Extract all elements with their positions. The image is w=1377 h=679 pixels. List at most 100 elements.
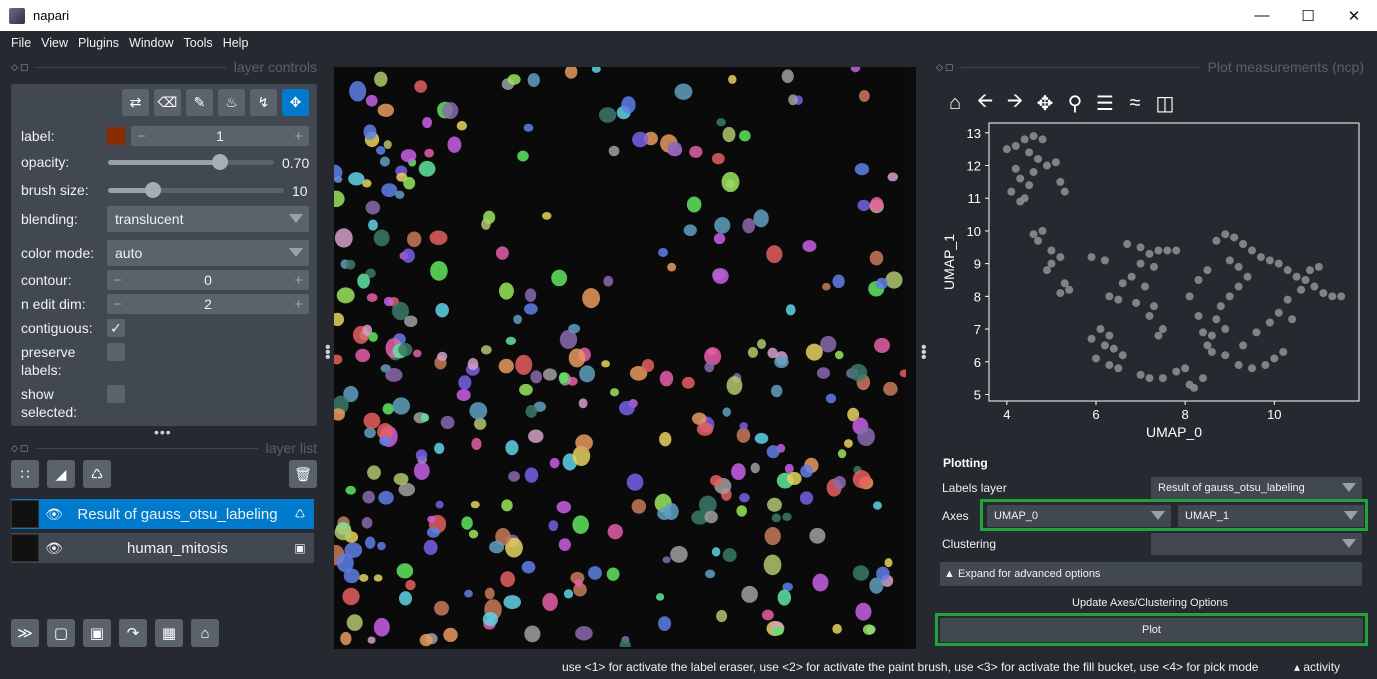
- back-arrow-icon[interactable]: 🡨: [972, 90, 998, 116]
- plus-icon[interactable]: +: [294, 272, 303, 289]
- layer-row[interactable]: 👁 Result of gauss_otsu_labeling ♺: [11, 499, 314, 529]
- cell-label: [363, 412, 381, 429]
- n-edit-dim-value: 2: [204, 296, 212, 312]
- edit-axis-icon[interactable]: ≈: [1122, 90, 1148, 116]
- cell-label: [437, 351, 448, 362]
- close-icon[interactable]: ✕: [1331, 0, 1377, 31]
- brush-size-slider-handle[interactable]: [145, 182, 161, 198]
- delete-layer-icon[interactable]: 🗑: [289, 460, 317, 488]
- menu-help[interactable]: Help: [218, 36, 254, 50]
- color-mode-dropdown[interactable]: auto: [107, 240, 309, 266]
- layer-row[interactable]: 👁 human_mitosis ▣: [11, 533, 314, 563]
- activity-button[interactable]: ▴ activity: [1294, 660, 1340, 674]
- minus-icon[interactable]: −: [113, 296, 122, 313]
- cell-label: [833, 475, 846, 490]
- right-dock-splitter[interactable]: • • •: [921, 340, 927, 366]
- clustering-dropdown[interactable]: [1151, 533, 1362, 555]
- label-spinbox[interactable]: − 1 +: [131, 126, 309, 146]
- data-point: [1118, 279, 1127, 288]
- console-icon[interactable]: ≫: [11, 619, 39, 647]
- cell-label: [346, 614, 363, 631]
- plot-button[interactable]: Plot: [940, 618, 1363, 642]
- blending-dropdown[interactable]: translucent: [107, 206, 309, 232]
- expand-advanced-options[interactable]: ▲ Expand for advanced options: [940, 562, 1362, 586]
- opacity-slider[interactable]: [108, 154, 274, 170]
- scatter-plot[interactable]: 4 6 8 10 5 6 7 8 9 10 11 12 13 UMAP_0 UMAP_1: [938, 118, 1368, 450]
- data-point: [1207, 347, 1216, 356]
- data-point: [1265, 256, 1274, 265]
- cell-label: [368, 219, 378, 231]
- data-point: [1034, 154, 1043, 163]
- maximize-icon[interactable]: ☐: [1285, 0, 1331, 31]
- home-icon[interactable]: ⌂: [942, 90, 968, 116]
- cell-label: [505, 440, 519, 456]
- menu-file[interactable]: File: [6, 36, 36, 50]
- minimize-icon[interactable]: —: [1239, 0, 1285, 31]
- plot-title: Plot measurements (ncp): [1207, 59, 1364, 75]
- roll-dims-icon[interactable]: ▣: [83, 619, 111, 647]
- dock-float-icon[interactable]: ◇▢: [11, 62, 30, 73]
- eraser-icon[interactable]: ⌫: [154, 89, 181, 116]
- new-points-layer-icon[interactable]: ∷: [11, 460, 39, 488]
- axis-y-dropdown[interactable]: UMAP_1: [1178, 505, 1364, 527]
- label-color-swatch[interactable]: [107, 127, 125, 145]
- cell-label: [582, 288, 601, 309]
- menu-plugins[interactable]: Plugins: [73, 36, 124, 50]
- paint-brush-icon[interactable]: ✎: [186, 89, 213, 116]
- preserve-labels-checkbox[interactable]: [107, 343, 125, 361]
- cell-label: [527, 73, 540, 88]
- left-dock-splitter[interactable]: • • •: [325, 340, 331, 366]
- show-selected-checkbox[interactable]: [107, 385, 125, 403]
- visibility-eye-icon[interactable]: 👁: [39, 540, 69, 557]
- brush-size-slider[interactable]: [108, 182, 284, 198]
- update-axes-button[interactable]: Update Axes/Clustering Options: [938, 591, 1362, 615]
- viewer-canvas[interactable]: [334, 57, 916, 649]
- plot-header: ◇▢ Plot measurements (ncp): [936, 56, 1364, 78]
- data-point: [1105, 292, 1114, 301]
- menu-window[interactable]: Window: [124, 36, 178, 50]
- axis-x-dropdown[interactable]: UMAP_0: [987, 505, 1171, 527]
- visibility-eye-icon[interactable]: 👁: [39, 506, 69, 523]
- contiguous-checkbox[interactable]: ✓: [107, 319, 125, 337]
- cell-label: [799, 491, 814, 505]
- cell-label: [741, 585, 758, 603]
- minus-icon[interactable]: −: [113, 272, 122, 289]
- labels-layer-dropdown[interactable]: Result of gauss_otsu_labeling: [1151, 477, 1362, 499]
- plus-icon[interactable]: +: [294, 296, 303, 313]
- minus-icon[interactable]: −: [137, 128, 146, 145]
- menu-tools[interactable]: Tools: [179, 36, 218, 50]
- color-picker-icon[interactable]: ↯: [250, 89, 277, 116]
- menu-view[interactable]: View: [36, 36, 73, 50]
- cell-label: [377, 103, 395, 117]
- color-mode-value: auto: [115, 245, 143, 261]
- cell-label: [395, 190, 405, 199]
- grid-view-icon[interactable]: ▦: [155, 619, 183, 647]
- new-shapes-layer-icon[interactable]: ◢: [47, 460, 75, 488]
- data-point: [1288, 315, 1297, 324]
- shuffle-icon[interactable]: ⇄: [122, 89, 149, 116]
- labels-image[interactable]: [334, 67, 906, 647]
- fill-bucket-icon[interactable]: ♨: [218, 89, 245, 116]
- home-icon[interactable]: ⌂: [191, 619, 219, 647]
- pan-zoom-icon[interactable]: ✥: [282, 89, 309, 116]
- dock-float-icon[interactable]: ◇▢: [11, 443, 30, 454]
- cell-label: [837, 449, 847, 459]
- forward-arrow-icon[interactable]: 🡪: [1002, 90, 1028, 116]
- opacity-slider-handle[interactable]: [212, 154, 228, 170]
- zoom-icon[interactable]: ⚲: [1062, 90, 1088, 116]
- plus-icon[interactable]: +: [294, 128, 303, 145]
- data-point: [1274, 308, 1283, 317]
- contour-spinbox[interactable]: − 0 +: [107, 270, 309, 290]
- save-icon[interactable]: ◫: [1152, 90, 1178, 116]
- y-tick-label: 7: [974, 322, 981, 337]
- new-labels-layer-icon[interactable]: ♺: [83, 460, 111, 488]
- cell-label: [705, 569, 716, 579]
- ndisplay-toggle-icon[interactable]: ▢: [47, 619, 75, 647]
- dock-float-icon[interactable]: ◇▢: [936, 62, 955, 73]
- data-point: [1025, 181, 1034, 190]
- n-edit-dim-spinbox[interactable]: − 2 +: [107, 294, 309, 314]
- cell-label: [788, 94, 798, 106]
- configure-subplots-icon[interactable]: ☰: [1092, 90, 1118, 116]
- pan-icon[interactable]: ✥: [1032, 90, 1058, 116]
- transpose-icon[interactable]: ↷: [119, 619, 147, 647]
